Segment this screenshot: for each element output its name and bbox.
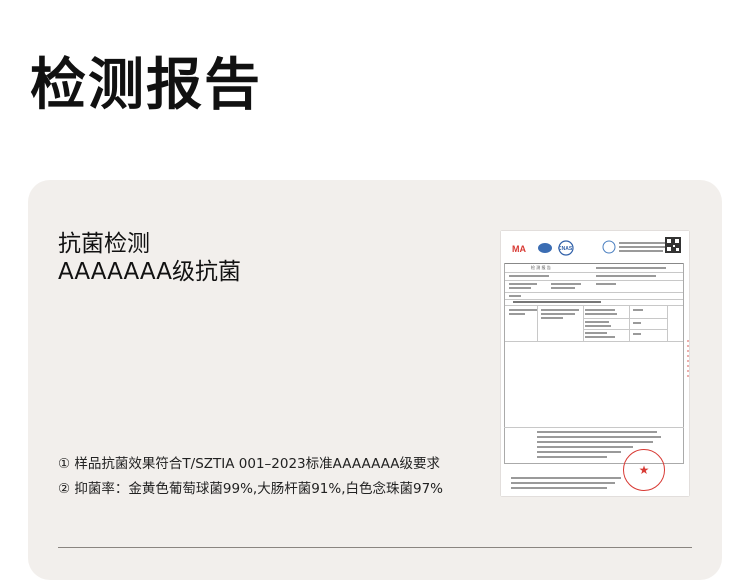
ilac-logo-icon [538, 243, 552, 253]
divider [58, 547, 692, 548]
svg-text:CNAS: CNAS [558, 246, 573, 252]
heading-line-1: 抗菌检测 [58, 231, 150, 257]
lab-logo-icon [602, 240, 616, 254]
svg-text:MA: MA [512, 244, 526, 254]
heading-line-2: AAAAAAA级抗菌 [58, 259, 241, 285]
seam-stamp-icon [687, 340, 689, 380]
report-heading: 检 测 报 告 [531, 265, 551, 270]
notes-list: ① 样品抗菌效果符合T/SZTIA 001–2023标准AAAAAAA级要求 ②… [58, 452, 443, 502]
section-heading: 抗菌检测 AAAAAAA级抗菌 [58, 230, 241, 286]
star-icon: ★ [638, 463, 650, 477]
note-standard: ① 样品抗菌效果符合T/SZTIA 001–2023标准AAAAAAA级要求 [58, 456, 441, 472]
official-stamp: ★ [623, 449, 665, 491]
qr-code-icon [665, 237, 681, 253]
cnas-logo-icon: CNAS [558, 240, 574, 256]
note-inhibition-rate: ② 抑菌率：金黄色葡萄球菌99%,大肠杆菌91%,白色念珠菌97% [58, 481, 443, 497]
page-title: 检测报告 [30, 53, 262, 118]
cma-logo-icon: MA [510, 241, 534, 257]
test-report-image: MA CNAS 检 测 报 告 ★ [501, 231, 689, 496]
